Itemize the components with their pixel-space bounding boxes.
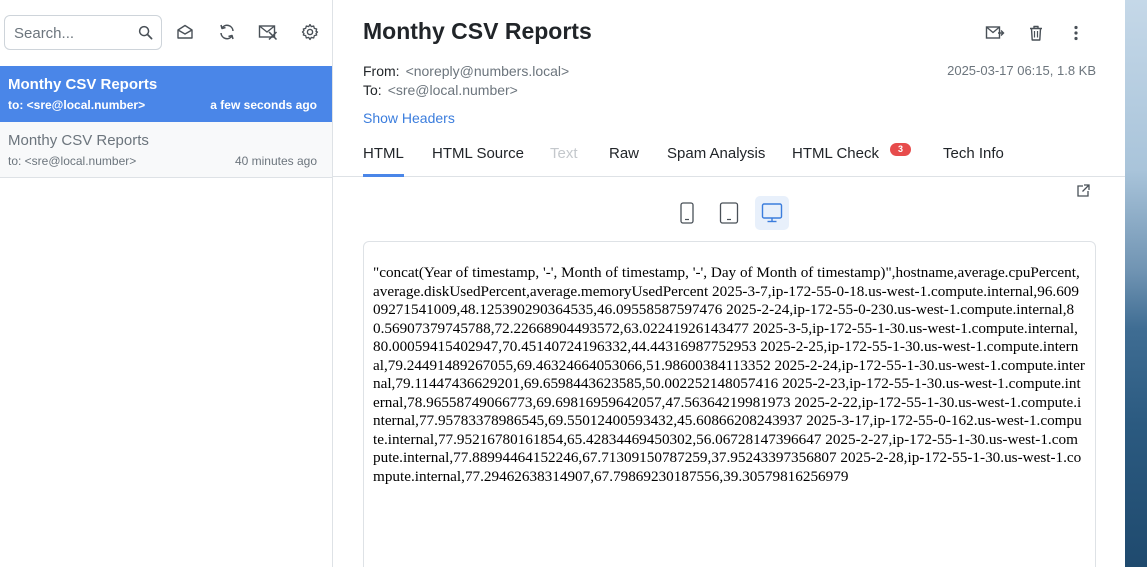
- from-label: From:: [363, 63, 400, 79]
- tab-spam-analysis[interactable]: Spam Analysis: [667, 145, 765, 177]
- desktop-background: [1125, 0, 1147, 567]
- settings-button[interactable]: [298, 20, 322, 44]
- message-meta: 2025-03-17 06:15, 1.8 KB: [947, 63, 1096, 78]
- search-box[interactable]: [4, 15, 162, 50]
- open-external-icon[interactable]: [1075, 183, 1091, 199]
- tab-text: Text: [550, 145, 578, 162]
- message-recipient: to: <sre@local.number>: [8, 154, 137, 168]
- forward-icon: [985, 26, 1005, 39]
- search-icon[interactable]: [138, 25, 153, 40]
- trash-icon: [1030, 25, 1042, 41]
- device-switcher: [670, 196, 790, 232]
- delete-all-icon: [258, 25, 278, 41]
- view-tabs: HTML HTML Source Text Raw Spam Analysis …: [333, 136, 1125, 177]
- release-button[interactable]: [982, 20, 1008, 46]
- more-vertical-icon: [1074, 25, 1078, 41]
- more-button[interactable]: [1063, 20, 1089, 46]
- message-time: a few seconds ago: [210, 98, 317, 112]
- message-list-item[interactable]: Monthy CSV Reports to: <sre@local.number…: [0, 122, 332, 178]
- refresh-icon: [220, 24, 234, 40]
- sidebar-toolbar: [0, 0, 333, 66]
- message-subject: Monthy CSV Reports: [8, 76, 158, 93]
- phone-icon: [680, 202, 694, 224]
- html-preview-frame[interactable]: "concat(Year of timestamp, '-', Month of…: [363, 241, 1096, 567]
- desktop-icon: [761, 203, 783, 223]
- desktop-view-button[interactable]: [755, 196, 789, 230]
- message-subject: Monthy CSV Reports: [8, 132, 149, 149]
- from-address[interactable]: <noreply@numbers.local>: [406, 63, 570, 79]
- message-view: Monthy CSV Reports From: <noreply@number…: [333, 0, 1125, 567]
- message-recipient: to: <sre@local.number>: [8, 98, 146, 112]
- phone-view-button[interactable]: [670, 196, 704, 230]
- mailpit-app: Monthy CSV Reports to: <sre@local.number…: [0, 0, 1147, 567]
- tablet-view-button[interactable]: [712, 196, 746, 230]
- sidebar: Monthy CSV Reports to: <sre@local.number…: [0, 0, 333, 567]
- html-check-badge: 3: [890, 143, 911, 156]
- to-row: To: <sre@local.number>: [363, 82, 518, 98]
- tab-html-check[interactable]: HTML Check: [792, 145, 879, 177]
- mark-read-button[interactable]: [173, 20, 197, 44]
- to-label: To:: [363, 82, 382, 98]
- message-list-item[interactable]: Monthy CSV Reports to: <sre@local.number…: [0, 66, 332, 122]
- tab-html[interactable]: HTML: [363, 145, 404, 177]
- tab-raw[interactable]: Raw: [609, 145, 639, 177]
- tablet-icon: [719, 202, 739, 224]
- preview-body-text: "concat(Year of timestamp, '-', Month of…: [373, 264, 1085, 485]
- tab-html-source[interactable]: HTML Source: [432, 145, 524, 177]
- delete-button[interactable]: [1023, 20, 1049, 46]
- refresh-button[interactable]: [215, 20, 239, 44]
- settings-icon: [301, 23, 319, 41]
- to-address[interactable]: <sre@local.number>: [388, 82, 518, 98]
- tab-tech-info[interactable]: Tech Info: [943, 145, 1004, 177]
- delete-all-button[interactable]: [256, 20, 280, 44]
- search-input[interactable]: [14, 23, 134, 43]
- from-row: From: <noreply@numbers.local>: [363, 63, 569, 79]
- message-time: 40 minutes ago: [234, 154, 317, 168]
- show-headers-link[interactable]: Show Headers: [363, 110, 455, 126]
- mark-read-icon: [177, 24, 193, 39]
- message-title: Monthy CSV Reports: [363, 18, 592, 44]
